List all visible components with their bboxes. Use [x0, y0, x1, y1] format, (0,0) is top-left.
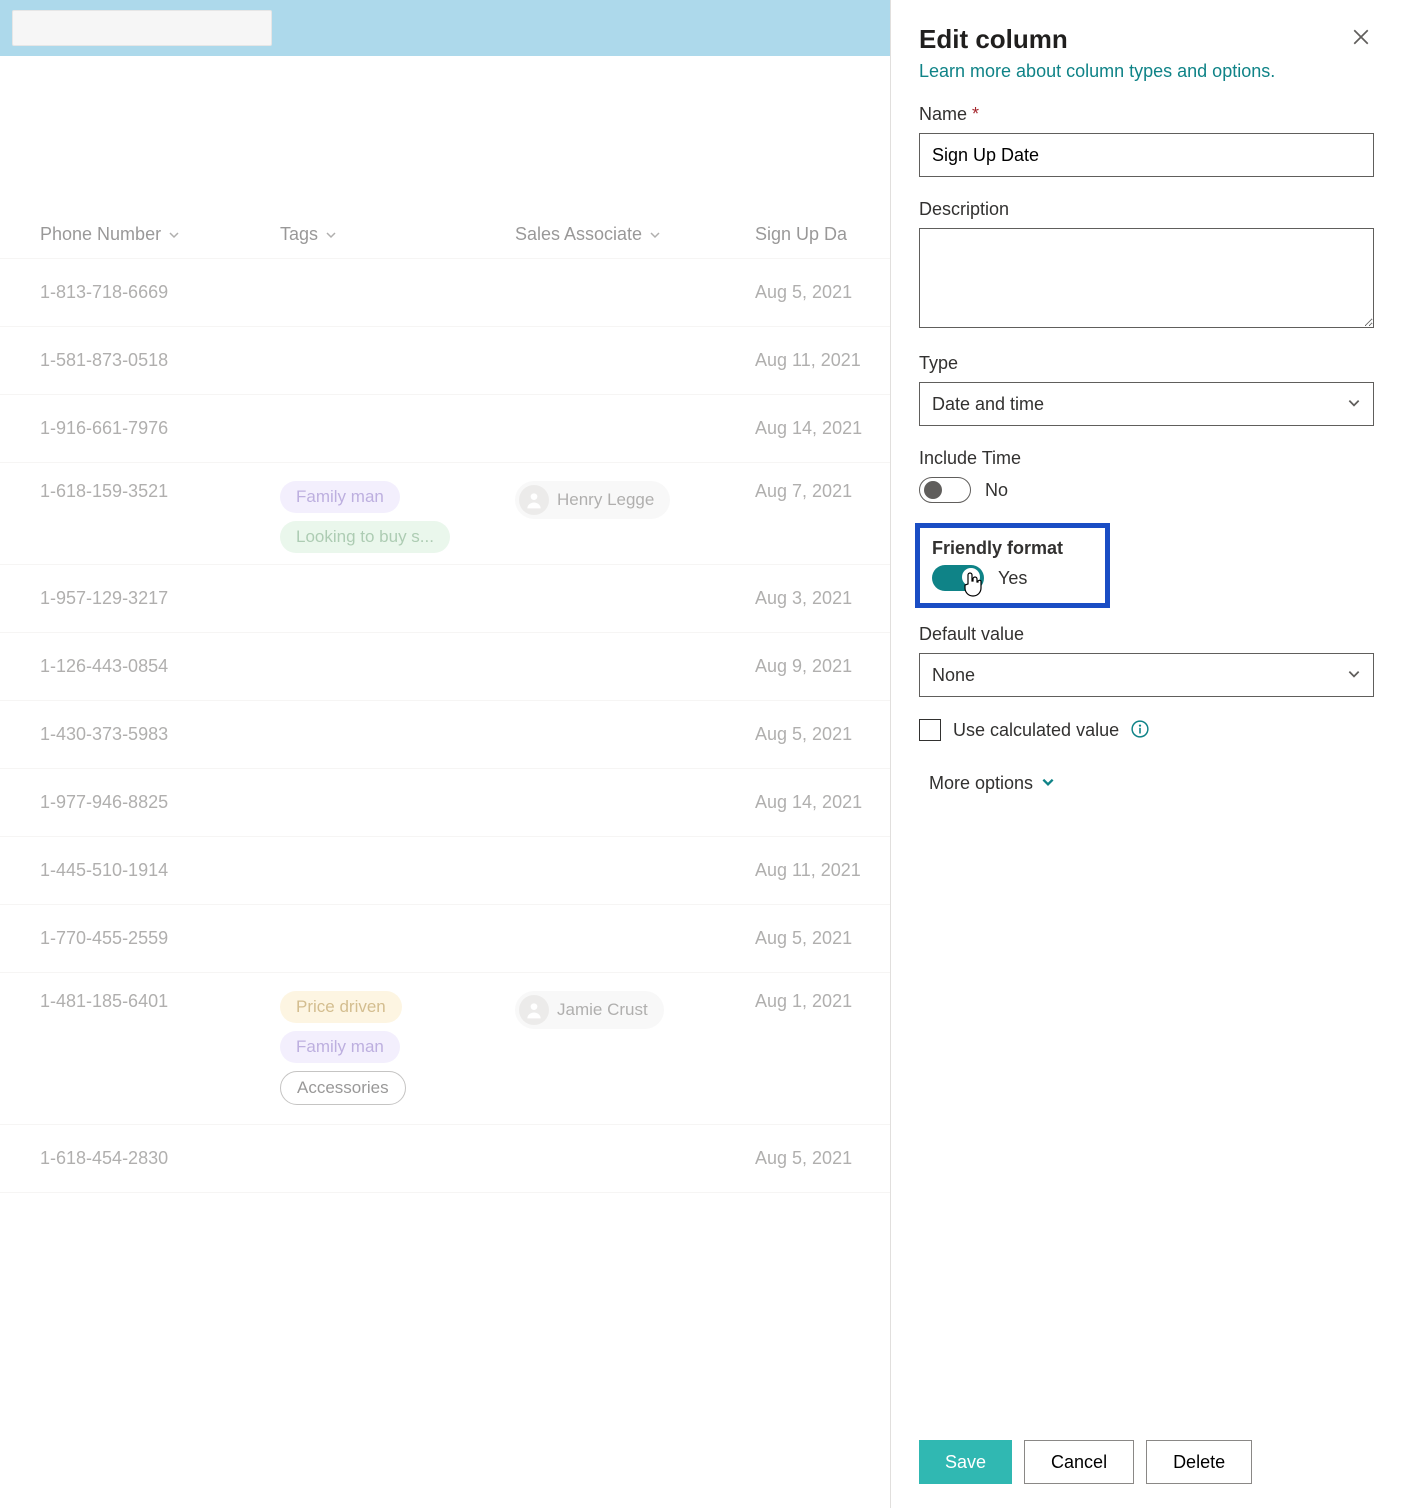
sales-associate-cell: Henry Legge: [515, 481, 755, 519]
name-label: Name *: [919, 104, 1374, 125]
phone-cell: 1-770-455-2559: [40, 928, 280, 949]
chevron-down-icon: [1041, 773, 1055, 794]
more-options-toggle[interactable]: More options: [919, 773, 1374, 794]
close-button[interactable]: [1348, 24, 1374, 53]
phone-cell: 1-618-159-3521: [40, 481, 280, 502]
avatar-icon: [519, 485, 549, 515]
close-icon: [1352, 34, 1370, 49]
phone-cell: 1-430-373-5983: [40, 724, 280, 745]
chevron-down-icon: [167, 228, 181, 242]
edit-column-panel: Edit column Learn more about column type…: [890, 0, 1402, 1508]
panel-footer: Save Cancel Delete: [891, 1422, 1402, 1508]
friendly-format-label: Friendly format: [932, 538, 1093, 559]
avatar-icon: [519, 995, 549, 1025]
more-options-label: More options: [929, 773, 1033, 794]
search-input[interactable]: [12, 10, 272, 46]
column-header-sales-associate[interactable]: Sales Associate: [515, 224, 755, 245]
default-value-select[interactable]: None: [919, 653, 1374, 697]
person-chip[interactable]: Henry Legge: [515, 481, 670, 519]
phone-cell: 1-618-454-2830: [40, 1148, 280, 1169]
save-button[interactable]: Save: [919, 1440, 1012, 1484]
person-name: Henry Legge: [557, 490, 654, 510]
calculated-value-checkbox[interactable]: [919, 719, 941, 741]
learn-more-link[interactable]: Learn more about column types and option…: [919, 61, 1275, 82]
tags-cell: Price driven Family man Accessories: [280, 991, 515, 1105]
chevron-down-icon: [1347, 394, 1361, 415]
sales-associate-cell: Jamie Crust: [515, 991, 755, 1029]
friendly-format-highlight: Friendly format Yes: [915, 523, 1110, 608]
column-header-tags[interactable]: Tags: [280, 224, 515, 245]
description-label: Description: [919, 199, 1374, 220]
column-header-label: Sign Up Da: [755, 224, 847, 245]
panel-title: Edit column: [919, 24, 1068, 55]
column-header-label: Phone Number: [40, 224, 161, 245]
cancel-button[interactable]: Cancel: [1024, 1440, 1134, 1484]
chevron-down-icon: [1347, 665, 1361, 686]
phone-cell: 1-481-185-6401: [40, 991, 280, 1012]
info-icon[interactable]: [1131, 720, 1149, 741]
default-value-label: Default value: [919, 624, 1374, 645]
phone-cell: 1-445-510-1914: [40, 860, 280, 881]
type-select[interactable]: Date and time: [919, 382, 1374, 426]
chevron-down-icon: [324, 228, 338, 242]
name-input[interactable]: [919, 133, 1374, 177]
phone-cell: 1-813-718-6669: [40, 282, 280, 303]
phone-cell: 1-957-129-3217: [40, 588, 280, 609]
column-header-phone[interactable]: Phone Number: [40, 224, 280, 245]
description-input[interactable]: [919, 228, 1374, 328]
phone-cell: 1-977-946-8825: [40, 792, 280, 813]
phone-cell: 1-581-873-0518: [40, 350, 280, 371]
calculated-value-label: Use calculated value: [953, 720, 1119, 741]
tag-pill[interactable]: Family man: [280, 481, 400, 513]
type-value: Date and time: [932, 394, 1044, 415]
person-name: Jamie Crust: [557, 1000, 648, 1020]
tag-pill[interactable]: Price driven: [280, 991, 402, 1023]
tag-pill[interactable]: Family man: [280, 1031, 400, 1063]
tags-cell: Family man Looking to buy s...: [280, 481, 515, 553]
include-time-label: Include Time: [919, 448, 1374, 469]
friendly-format-toggle[interactable]: [932, 565, 984, 591]
friendly-format-value: Yes: [998, 568, 1027, 589]
phone-cell: 1-126-443-0854: [40, 656, 280, 677]
column-header-label: Sales Associate: [515, 224, 642, 245]
tag-pill[interactable]: Accessories: [280, 1071, 406, 1105]
person-chip[interactable]: Jamie Crust: [515, 991, 664, 1029]
column-header-label: Tags: [280, 224, 318, 245]
delete-button[interactable]: Delete: [1146, 1440, 1252, 1484]
default-value: None: [932, 665, 975, 686]
include-time-value: No: [985, 480, 1008, 501]
include-time-toggle[interactable]: [919, 477, 971, 503]
phone-cell: 1-916-661-7976: [40, 418, 280, 439]
chevron-down-icon: [648, 228, 662, 242]
tag-pill[interactable]: Looking to buy s...: [280, 521, 450, 553]
type-label: Type: [919, 353, 1374, 374]
